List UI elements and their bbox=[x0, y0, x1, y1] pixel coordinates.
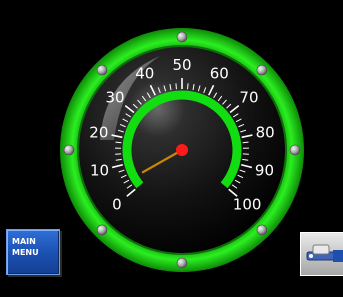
screw-icon bbox=[256, 224, 268, 236]
scale-label: 70 bbox=[239, 89, 258, 107]
main-menu-label-line2: MENU bbox=[12, 248, 39, 257]
scale-label: 90 bbox=[255, 162, 274, 180]
minor-tick bbox=[175, 83, 177, 90]
scale-label: 40 bbox=[135, 65, 154, 83]
screw-icon bbox=[176, 257, 188, 269]
scale-label: 100 bbox=[233, 196, 262, 214]
main-menu-label-line1: MAIN bbox=[12, 237, 36, 246]
minor-tick bbox=[187, 83, 189, 90]
scale-label: 50 bbox=[172, 56, 191, 74]
scale-label: 80 bbox=[256, 123, 275, 141]
main-menu-button[interactable]: MAIN MENU bbox=[6, 229, 60, 275]
scale-label: 10 bbox=[90, 162, 109, 180]
screw-icon bbox=[63, 144, 75, 156]
minor-tick bbox=[242, 141, 249, 144]
scale-label: 20 bbox=[89, 123, 108, 141]
screw-icon bbox=[96, 224, 108, 236]
scale-label: 60 bbox=[210, 65, 229, 83]
screw-icon bbox=[176, 31, 188, 43]
scale-label: 0 bbox=[112, 196, 122, 214]
minor-tick bbox=[115, 141, 122, 144]
wrench-icon bbox=[306, 244, 343, 262]
scale-label: 30 bbox=[105, 89, 124, 107]
gauge-hub bbox=[176, 144, 188, 156]
tools-button[interactable] bbox=[300, 232, 343, 276]
screw-icon bbox=[96, 64, 108, 76]
screw-icon bbox=[256, 64, 268, 76]
screw-icon bbox=[289, 144, 301, 156]
